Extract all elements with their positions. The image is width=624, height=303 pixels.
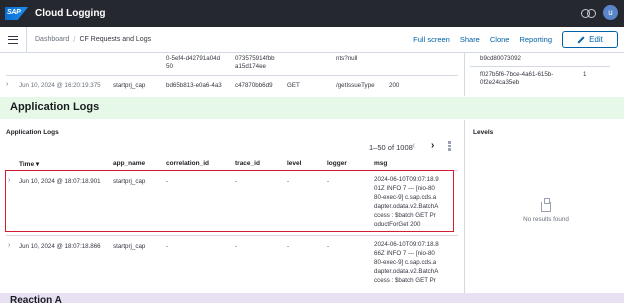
table-cell-app-name: startprj_cap [113, 178, 146, 185]
column-header-level[interactable]: level [287, 160, 301, 167]
requests-table-fragment: 0-5ef4-d42791a04d 50 073575914fbb a15d17… [0, 53, 624, 96]
table-cell-msg: dapter.odata.v2.BatchA [374, 268, 439, 275]
table-cell: 50 [166, 63, 173, 70]
column-header-correlation-id[interactable]: correlation_id [166, 160, 209, 167]
table-cell: 1 [583, 71, 587, 78]
table-cell-trace-id: - [235, 178, 238, 185]
next-page-icon[interactable]: › [431, 140, 434, 151]
table-cell: 0f2e24ca35eb [480, 79, 520, 86]
column-header-time[interactable]: Time ▾ [19, 160, 39, 168]
menu-icon[interactable] [8, 35, 18, 44]
table-cell: c47870bb6d9 [235, 82, 273, 89]
panel-divider [464, 120, 465, 295]
next-section-header: Reaction A [0, 293, 624, 303]
empty-state-text: No results found [523, 216, 569, 223]
sort-desc-icon[interactable]: ▾ [36, 161, 39, 168]
row-divider [470, 66, 610, 67]
top-header: SAP Cloud Logging u [0, 0, 624, 27]
table-cell: 0-5ef4-d42791a04d [166, 55, 221, 62]
table-cell: b9cd80073092 [480, 55, 521, 62]
reporting-link[interactable]: Reporting [519, 35, 552, 44]
table-cell-app-name: startprj_cap [113, 243, 146, 250]
section-title: Application Logs [10, 101, 100, 113]
expand-row-icon[interactable]: › [8, 177, 10, 184]
nav-divider [26, 26, 27, 53]
table-cell-level: - [287, 243, 290, 250]
clone-link[interactable]: Clone [490, 35, 510, 44]
table-cell-correlation-id: - [166, 243, 169, 250]
breadcrumb-dashboard[interactable]: Dashboard [35, 36, 69, 43]
table-cell-msg: dapter.odata.v2.BatchA [374, 203, 439, 210]
edit-button[interactable]: Edit [562, 31, 618, 48]
empty-chart-icon [541, 198, 551, 212]
expand-row-icon[interactable]: › [6, 81, 8, 88]
table-cell: Jun 10, 2024 @ 16:20:19.375 [19, 82, 101, 89]
breadcrumb-separator: / [73, 35, 76, 44]
table-cell-time: Jun 10, 2024 @ 18:07:18.901 [19, 178, 101, 185]
table-cell-msg: 80-exec-9] c.sap.cds.a [374, 259, 437, 266]
full-screen-link[interactable]: Full screen [413, 35, 450, 44]
table-cell-level: - [287, 178, 290, 185]
panel-divider [464, 53, 465, 96]
table-cell-msg: 66Z INFO 7 --- [nio-80 [374, 250, 435, 257]
table-cell: 200 [389, 82, 400, 89]
pagination-status: 1–50 of 1008 [369, 143, 413, 152]
table-cell: f027b5f6-7bce-4a61-615b- [480, 71, 554, 78]
table-cell-msg: oductForGet 200 [374, 221, 421, 228]
share-link[interactable]: Share [460, 35, 480, 44]
column-header-logger[interactable]: logger [327, 160, 347, 167]
expand-row-icon[interactable]: › [8, 242, 10, 249]
table-cell-logger: - [327, 178, 330, 185]
edit-button-label: Edit [589, 35, 603, 44]
table-cell-time: Jun 10, 2024 @ 18:07:18.866 [19, 243, 101, 250]
breadcrumb-bar: Dashboard / CF Requests and Logs Full sc… [0, 26, 624, 53]
app-title: Cloud Logging [35, 8, 106, 19]
table-cell: bd65b813-e0a6-4a3 [166, 82, 222, 89]
table-cell-msg: 01Z INFO 7 --- [nio-80 [374, 185, 435, 192]
table-cell-msg: ccess : $batch GET Pr [374, 212, 436, 219]
column-header-msg[interactable]: msg [374, 160, 387, 167]
table-cell: a15d174ee [235, 63, 266, 70]
pencil-icon [577, 35, 585, 44]
more-options-icon[interactable] [448, 141, 452, 151]
column-header-trace-id[interactable]: trace_id [235, 160, 260, 167]
table-cell: nts?null [336, 55, 358, 62]
table-cell: startprj_cap [113, 82, 146, 89]
panel-title: Application Logs [6, 129, 59, 136]
previous-page-icon[interactable]: ‹ [412, 140, 415, 151]
next-section-title: Reaction A [10, 295, 62, 303]
table-cell-msg: 2024-06-10T09:07:18.8 [374, 241, 439, 248]
table-cell-msg: 2024-06-10T09:07:18.9 [374, 176, 439, 183]
help-icon[interactable] [581, 8, 596, 18]
sap-logo: SAP [5, 7, 28, 20]
row-divider [6, 235, 458, 236]
table-cell-logger: - [327, 243, 330, 250]
row-divider [6, 75, 458, 76]
application-logs-section-header: Application Logs [0, 97, 624, 119]
table-cell-msg: ccess : $batch GET Pr [374, 277, 436, 284]
table-cell-correlation-id: - [166, 178, 169, 185]
table-cell: 073575914fbb [235, 55, 275, 62]
table-cell-msg: 80-exec-9] c.sap.cds.a [374, 194, 437, 201]
table-cell-trace-id: - [235, 243, 238, 250]
table-cell: GET [287, 82, 300, 89]
levels-panel-title: Levels [473, 129, 494, 136]
levels-empty-state: No results found [510, 198, 582, 223]
table-cell: /getIssueType [336, 82, 375, 89]
user-avatar[interactable]: u [603, 5, 618, 20]
column-header-app-name[interactable]: app_name [113, 160, 145, 167]
breadcrumb-current: CF Requests and Logs [79, 36, 152, 43]
